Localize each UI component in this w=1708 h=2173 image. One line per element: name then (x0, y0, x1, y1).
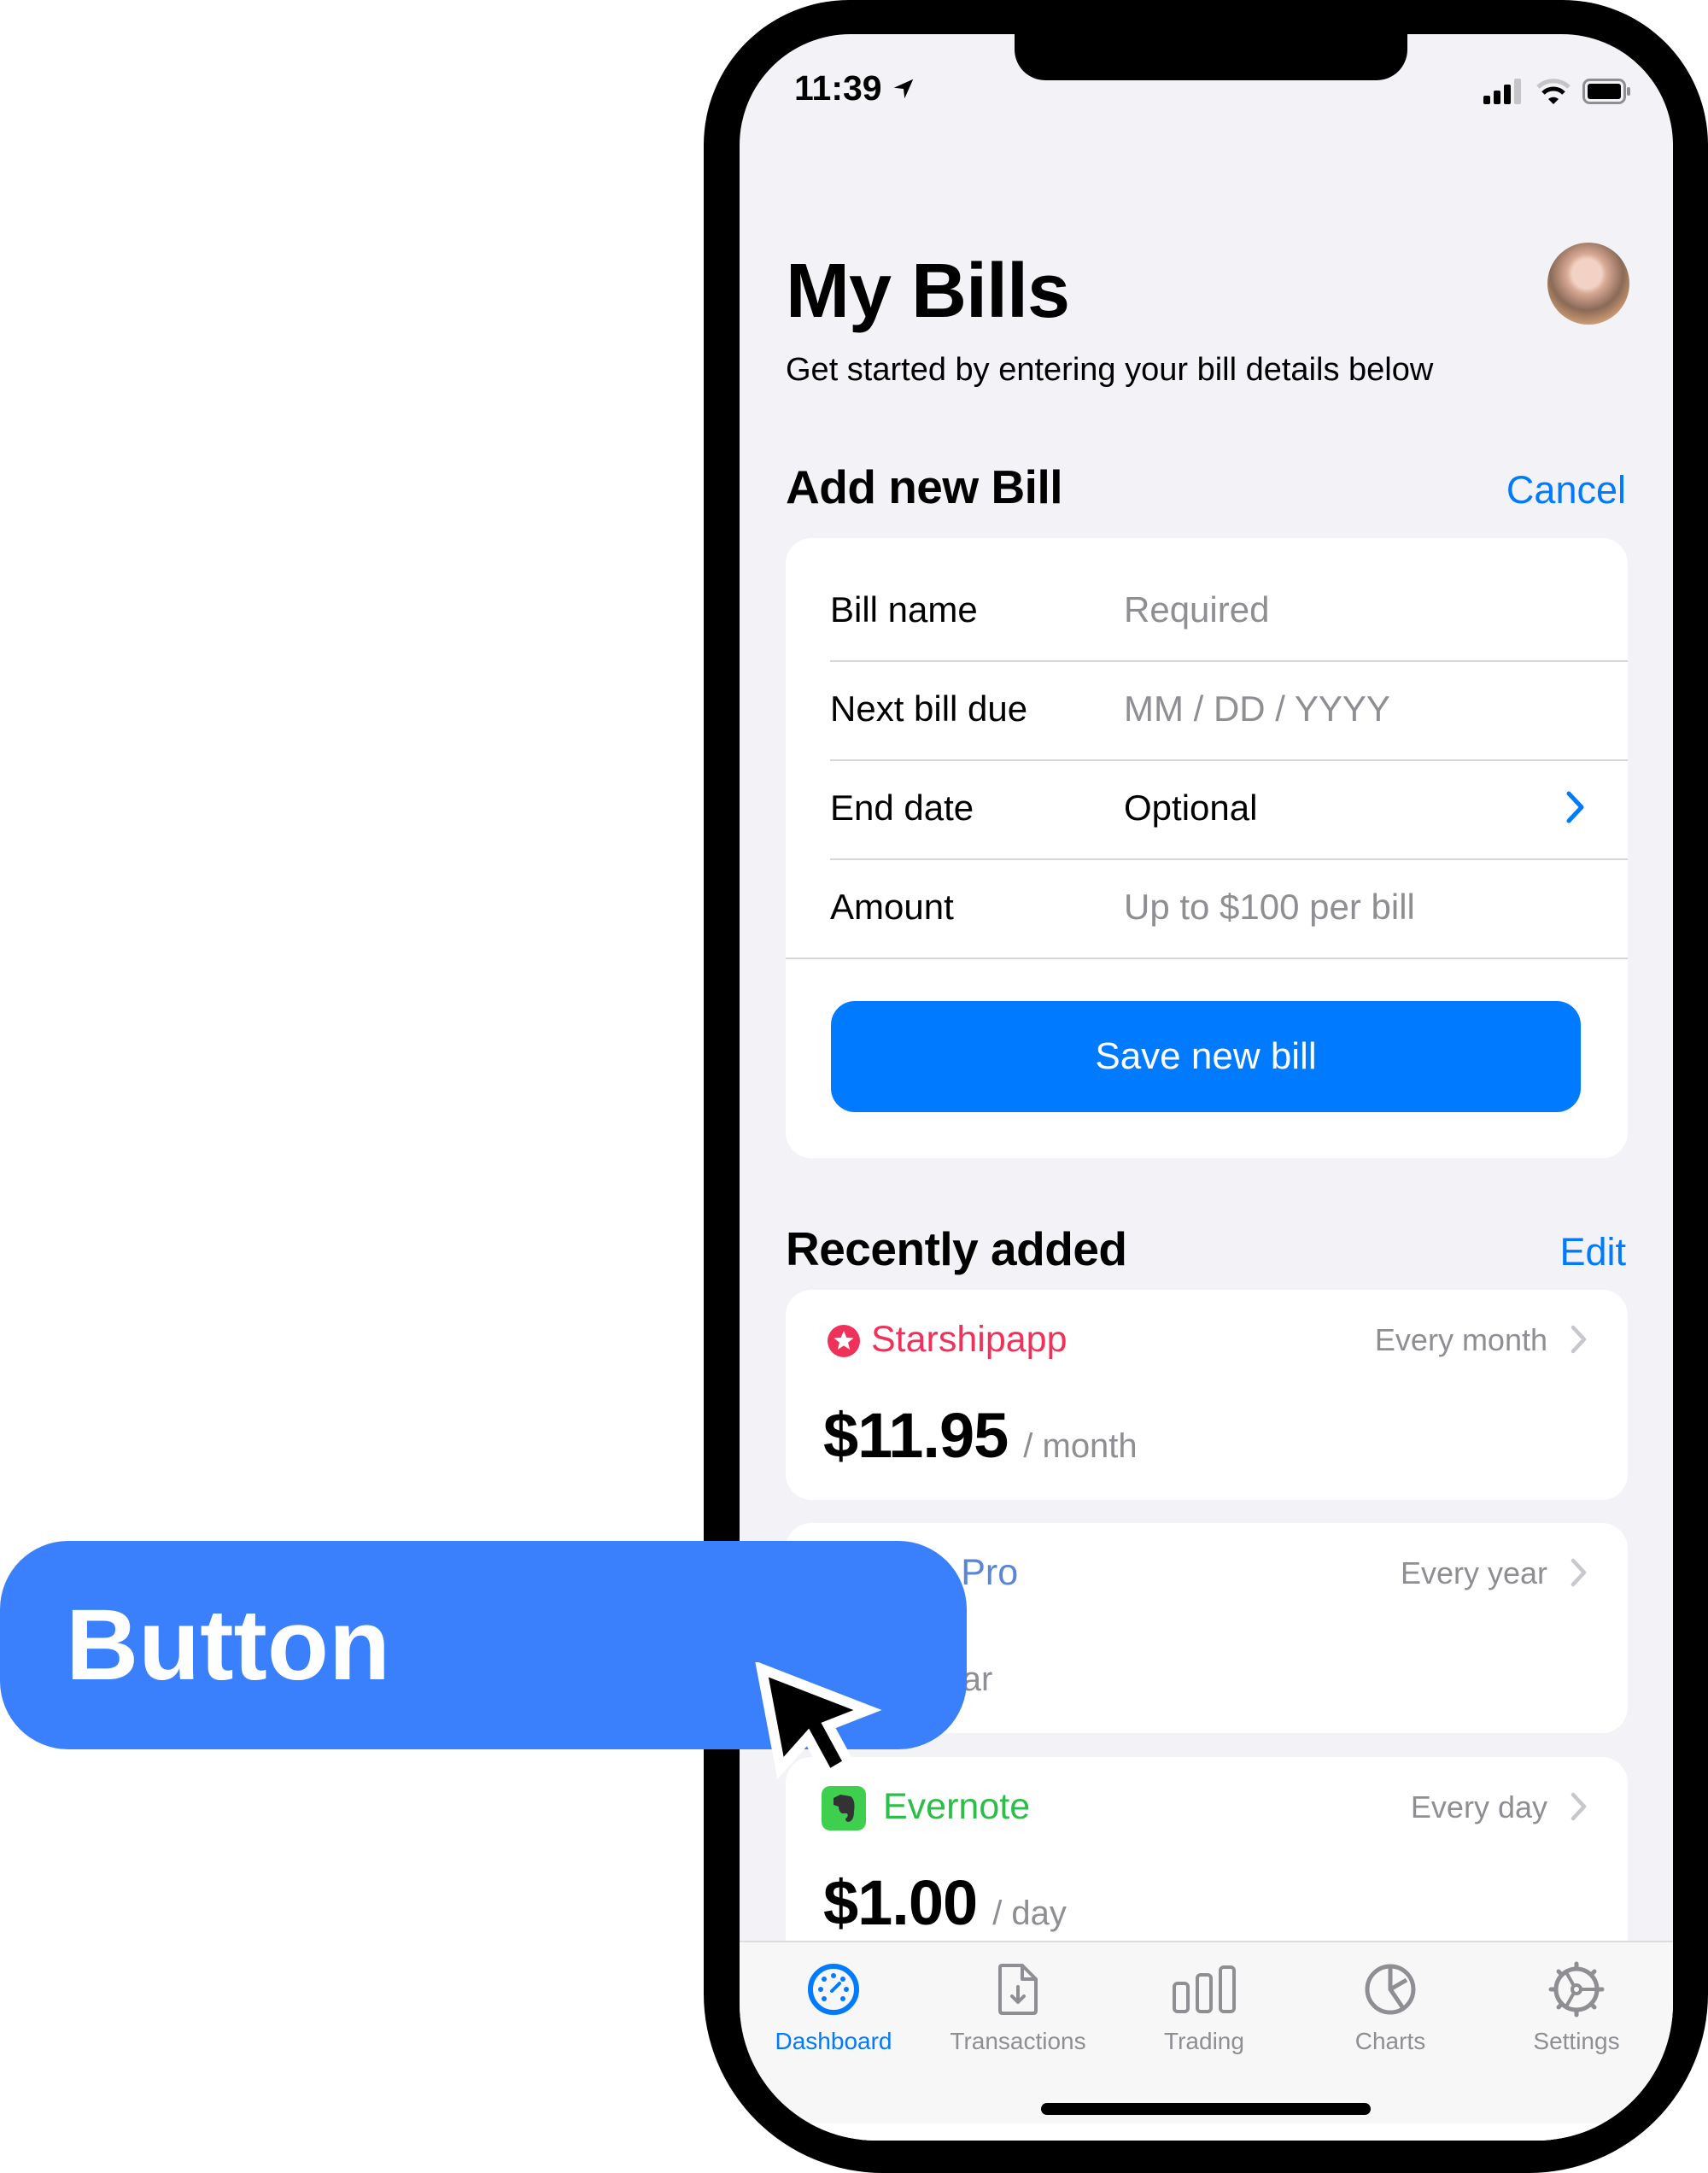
location-arrow-icon (893, 79, 913, 98)
chevron-right-icon (1571, 1325, 1587, 1354)
phone-notch (1015, 32, 1407, 80)
field-label: Next bill due (830, 688, 1028, 729)
chevron-right-icon (1571, 1792, 1587, 1821)
mouse-cursor-icon (755, 1662, 882, 1783)
phone-screen: 11:39 My Bills Get started by entering y… (740, 34, 1673, 2141)
dashboard-gauge-icon (808, 1964, 859, 2015)
add-bill-heading: Add new Bill (786, 460, 1063, 513)
cellular-signal-icon (1483, 79, 1521, 104)
bill-name: Starshipapp (871, 1319, 1068, 1360)
chevron-right-icon[interactable] (1565, 789, 1587, 825)
bill-name-input[interactable]: Required (1124, 589, 1628, 630)
overlay-button-label: Button (65, 1589, 391, 1702)
amount-input[interactable]: Up to $100 per bill (1124, 887, 1628, 928)
screen-bottom-edge (740, 2123, 1673, 2141)
pie-chart-icon (1365, 1964, 1416, 2015)
divider (786, 958, 1628, 959)
bill-name-field[interactable]: Bill name Required (830, 560, 1628, 659)
amount-period: / month (1023, 1427, 1138, 1465)
bill-card-evernote[interactable]: Evernote Every day $1.00 / day (786, 1757, 1628, 1967)
wifi-icon (1536, 79, 1571, 104)
time-text: 11:39 (794, 68, 882, 108)
status-bar-time: 11:39 (794, 68, 916, 108)
amount-field[interactable]: Amount Up to $100 per bill (830, 858, 1628, 957)
document-download-icon (998, 1964, 1038, 2015)
avatar[interactable] (1547, 243, 1629, 325)
battery-icon (1582, 79, 1630, 104)
page-title: My Bills (786, 249, 1070, 334)
bill-frequency: Every month (1374, 1322, 1547, 1357)
status-bar-icons (1483, 79, 1632, 104)
tab-transactions[interactable]: Transactions (933, 1942, 1103, 2062)
save-new-bill-button[interactable]: Save new bill (831, 1001, 1581, 1112)
gear-icon (1548, 1961, 1605, 2018)
tab-label: Settings (1533, 2028, 1620, 2054)
field-label: Bill name (830, 589, 978, 630)
next-bill-due-field[interactable]: Next bill due MM / DD / YYYY (830, 659, 1628, 758)
recently-added-heading: Recently added (786, 1222, 1127, 1275)
cancel-button[interactable]: Cancel (1506, 468, 1626, 512)
tab-dashboard[interactable]: Dashboard (748, 1942, 919, 2062)
tab-charts[interactable]: Charts (1305, 1942, 1476, 2062)
tab-label: Dashboard (775, 2028, 892, 2054)
add-bill-form: Bill name Required Next bill due MM / DD… (786, 538, 1628, 1158)
end-date-value[interactable]: Optional (1124, 788, 1628, 829)
tab-label: Charts (1354, 2028, 1426, 2054)
home-indicator[interactable] (1041, 2103, 1371, 2115)
amount-value: $11.95 (823, 1400, 1009, 1471)
tab-label: Trading (1164, 2028, 1244, 2054)
amount-period: / day (992, 1895, 1067, 1932)
field-label: Amount (830, 887, 954, 927)
end-date-field[interactable]: End date Optional (830, 758, 1628, 858)
tab-trading[interactable]: Trading (1119, 1942, 1290, 2062)
chevron-right-icon (1571, 1558, 1587, 1587)
tab-label: Transactions (950, 2028, 1086, 2054)
evernote-icon (822, 1786, 866, 1830)
bill-name: Evernote (883, 1786, 1031, 1827)
bar-chart-icon (1173, 1965, 1236, 2013)
tab-settings[interactable]: Settings (1491, 1942, 1662, 2062)
bill-frequency: Every day (1410, 1789, 1547, 1824)
edit-button[interactable]: Edit (1559, 1230, 1626, 1274)
bill-frequency: Every year (1400, 1555, 1547, 1590)
page-subtitle: Get started by entering your bill detail… (786, 352, 1434, 388)
field-label: End date (830, 788, 974, 828)
amount-value: $1.00 (823, 1867, 978, 1938)
bill-card-starshipapp[interactable]: Starshipapp Every month $11.95 / month (786, 1290, 1628, 1500)
bill-amount: $11.95 / month (823, 1399, 1138, 1472)
star-badge-icon (828, 1325, 860, 1357)
next-bill-due-input[interactable]: MM / DD / YYYY (1124, 688, 1628, 729)
bill-amount: $1.00 / day (823, 1866, 1067, 1939)
